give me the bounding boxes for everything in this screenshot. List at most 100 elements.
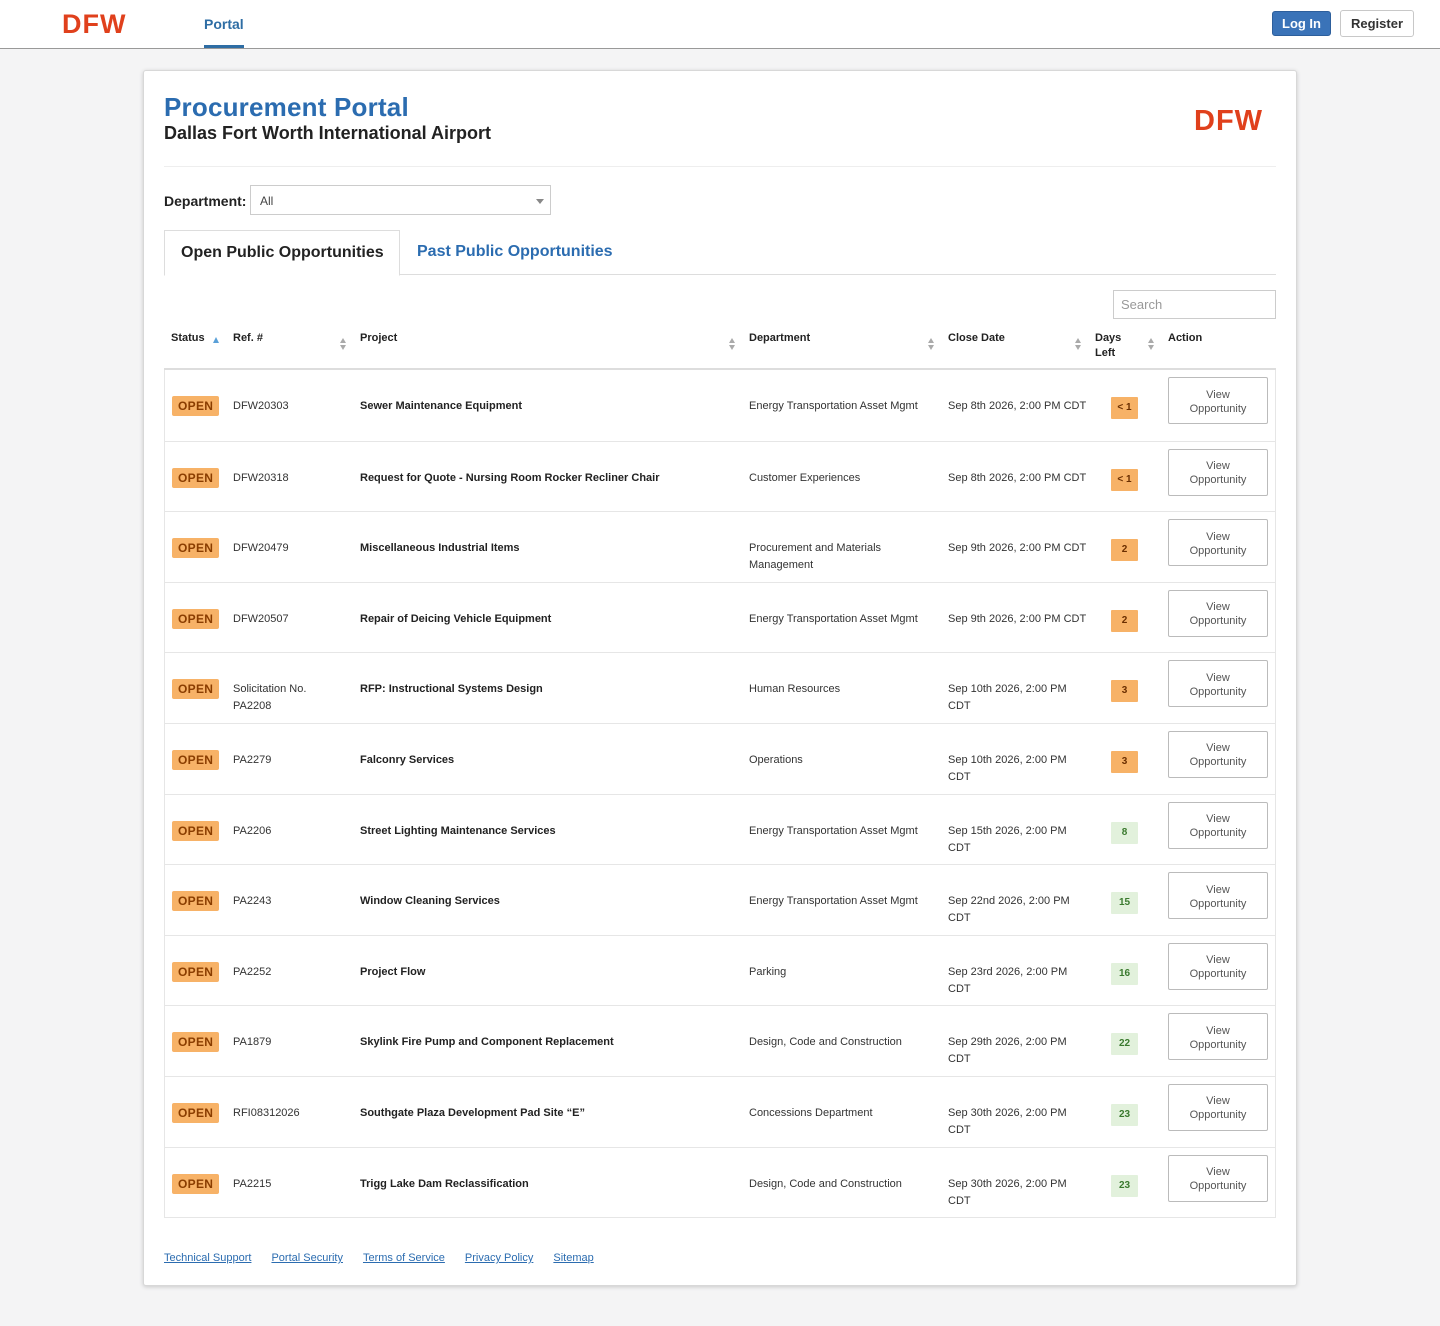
view-opportunity-line2: Opportunity: [1189, 968, 1247, 981]
register-button[interactable]: Register: [1340, 10, 1414, 37]
view-opportunity-line2: Opportunity: [1189, 756, 1247, 769]
view-opportunity-line2: Opportunity: [1189, 685, 1247, 698]
project-name: Repair of Deicing Vehicle Equipment: [360, 612, 552, 625]
view-opportunity-button[interactable]: View Opportunity: [1168, 730, 1268, 778]
ref-number: RFI08312026: [233, 1106, 300, 1119]
login-button[interactable]: Log In: [1272, 11, 1331, 36]
department-label: Department:: [164, 193, 247, 209]
project-name: Miscellaneous Industrial Items: [360, 542, 520, 555]
search-input[interactable]: [1113, 290, 1276, 319]
table-row: OPEN DFW20303 Sewer Maintenance Equipment E…: [165, 370, 1275, 441]
sort-icon[interactable]: [340, 338, 347, 352]
view-opportunity-line2: Opportunity: [1189, 615, 1247, 628]
view-opportunity-button[interactable]: View Opportunity: [1168, 872, 1268, 920]
sort-icon[interactable]: [729, 338, 736, 352]
nav-tab-portal[interactable]: Portal: [204, 0, 244, 48]
ref-number: Solicitation No. PA2208: [233, 683, 307, 713]
close-date: Sep 9th 2026, 2:00 PM CDT: [948, 542, 1087, 555]
department-name: Energy Transportation Asset Mgmt: [749, 824, 918, 837]
department-name: Customer Experiences: [749, 471, 861, 484]
table-row: OPEN PA2215 Trigg Lake Dam Reclassificatio…: [165, 1146, 1275, 1218]
view-opportunity-button[interactable]: View Opportunity: [1168, 1083, 1268, 1131]
column-header-close-date[interactable]: Close Date: [948, 331, 1005, 346]
footer-link-sitemap[interactable]: Sitemap: [553, 1252, 593, 1264]
days-left-badge: 23: [1111, 1103, 1138, 1126]
view-opportunity-line1: View: [1206, 1024, 1230, 1037]
view-opportunity-line1: View: [1206, 460, 1230, 473]
table-row: OPEN PA2206 Street Lighting Maintenance Se…: [165, 793, 1275, 865]
project-name: Falconry Services: [360, 753, 455, 766]
days-left-header-line1: Days: [1095, 332, 1122, 344]
view-opportunity-button[interactable]: View Opportunity: [1168, 1013, 1268, 1061]
days-left-badge: 8: [1111, 821, 1138, 844]
project-name: Trigg Lake Dam Reclassification: [360, 1177, 529, 1190]
department-select[interactable]: All: [250, 185, 551, 215]
column-header-project[interactable]: Project: [360, 331, 397, 346]
department-name: Human Resources: [749, 683, 841, 696]
view-opportunity-button[interactable]: View Opportunity: [1168, 377, 1268, 424]
status-badge: OPEN: [172, 608, 220, 629]
column-header-department[interactable]: Department: [749, 331, 810, 346]
footer-link-portal-security[interactable]: Portal Security: [271, 1252, 343, 1264]
footer-link-privacy-policy[interactable]: Privacy Policy: [465, 1252, 533, 1264]
view-opportunity-button[interactable]: View Opportunity: [1168, 589, 1268, 637]
footer-link-technical-support[interactable]: Technical Support: [164, 1252, 251, 1264]
view-opportunity-button[interactable]: View Opportunity: [1168, 801, 1268, 849]
department-name: Energy Transportation Asset Mgmt: [749, 400, 918, 412]
ref-number: PA2215: [233, 1177, 272, 1190]
view-opportunity-line1: View: [1206, 601, 1230, 614]
sort-ascending-icon[interactable]: [213, 337, 219, 343]
column-header-days-left[interactable]: Days Left: [1095, 331, 1121, 361]
status-badge: OPEN: [172, 820, 220, 841]
project-name: Window Cleaning Services: [360, 895, 500, 908]
status-badge: OPEN: [172, 467, 220, 488]
sort-icon[interactable]: [1148, 338, 1155, 352]
department-name: Energy Transportation Asset Mgmt: [749, 612, 918, 625]
department-name: Design, Code and Construction: [749, 1177, 902, 1190]
table-row: OPEN PA1879 Skylink Fire Pump and Componen…: [165, 1005, 1275, 1076]
footer-links: Technical Support Portal Security Terms of…: [164, 1252, 614, 1264]
chevron-down-icon: [536, 199, 544, 204]
days-left-badge: 3: [1111, 680, 1138, 703]
days-left-badge: 22: [1111, 1033, 1138, 1056]
ref-number: PA2243: [233, 895, 272, 908]
status-badge: OPEN: [172, 891, 220, 912]
sort-icon[interactable]: [928, 338, 935, 352]
project-name: Street Lighting Maintenance Services: [360, 824, 556, 837]
view-opportunity-line2: Opportunity: [1189, 474, 1247, 487]
view-opportunity-line1: View: [1206, 813, 1230, 826]
view-opportunity-line1: View: [1206, 954, 1230, 967]
view-opportunity-line1: View: [1206, 1166, 1230, 1179]
column-header-ref[interactable]: Ref. #: [233, 331, 263, 346]
view-opportunity-button[interactable]: View Opportunity: [1168, 448, 1268, 496]
days-left-header-line2: Left: [1095, 347, 1116, 359]
dfw-logo-large-text: DFW: [1194, 105, 1263, 133]
top-navbar: DFW Portal Log In Register: [0, 0, 1440, 49]
view-opportunity-button[interactable]: View Opportunity: [1168, 519, 1268, 567]
department-name: Operations: [749, 753, 803, 766]
close-date: Sep 8th 2026, 2:00 PM CDT: [948, 400, 1087, 412]
sort-icon[interactable]: [1075, 338, 1082, 352]
view-opportunity-button[interactable]: View Opportunity: [1168, 1154, 1268, 1202]
view-opportunity-button[interactable]: View Opportunity: [1168, 660, 1268, 708]
view-opportunity-line2: Opportunity: [1189, 402, 1247, 415]
view-opportunity-line2: Opportunity: [1189, 1038, 1247, 1051]
close-date: Sep 23rd 2026, 2:00 PM CDT: [948, 965, 1068, 995]
footer-link-terms-of-service[interactable]: Terms of Service: [363, 1252, 445, 1264]
view-opportunity-line1: View: [1206, 742, 1230, 755]
header-divider: [164, 166, 1276, 167]
view-opportunity-button[interactable]: View Opportunity: [1168, 942, 1268, 990]
table-row: OPEN Solicitation No. PA2208 RFP: Instruct…: [165, 652, 1275, 723]
table-header: Status Ref. # Project Department Close D…: [164, 329, 1276, 370]
ref-number: DFW20318: [233, 471, 289, 484]
tab-open-opportunities[interactable]: Open Public Opportunities: [164, 230, 400, 276]
column-header-status[interactable]: Status: [171, 331, 205, 346]
dfw-logo[interactable]: DFW: [62, 10, 132, 36]
table-row: OPEN DFW20507 Repair of Deicing Vehicle Eq…: [165, 581, 1275, 653]
view-opportunity-line2: Opportunity: [1189, 1180, 1247, 1193]
project-name: Request for Quote - Nursing Room Rocker …: [360, 471, 660, 484]
tab-past-opportunities[interactable]: Past Public Opportunities: [417, 243, 613, 261]
project-name: Southgate Plaza Development Pad Site “E”: [360, 1106, 585, 1119]
project-name: RFP: Instructional Systems Design: [360, 683, 543, 696]
status-badge: OPEN: [172, 679, 220, 700]
